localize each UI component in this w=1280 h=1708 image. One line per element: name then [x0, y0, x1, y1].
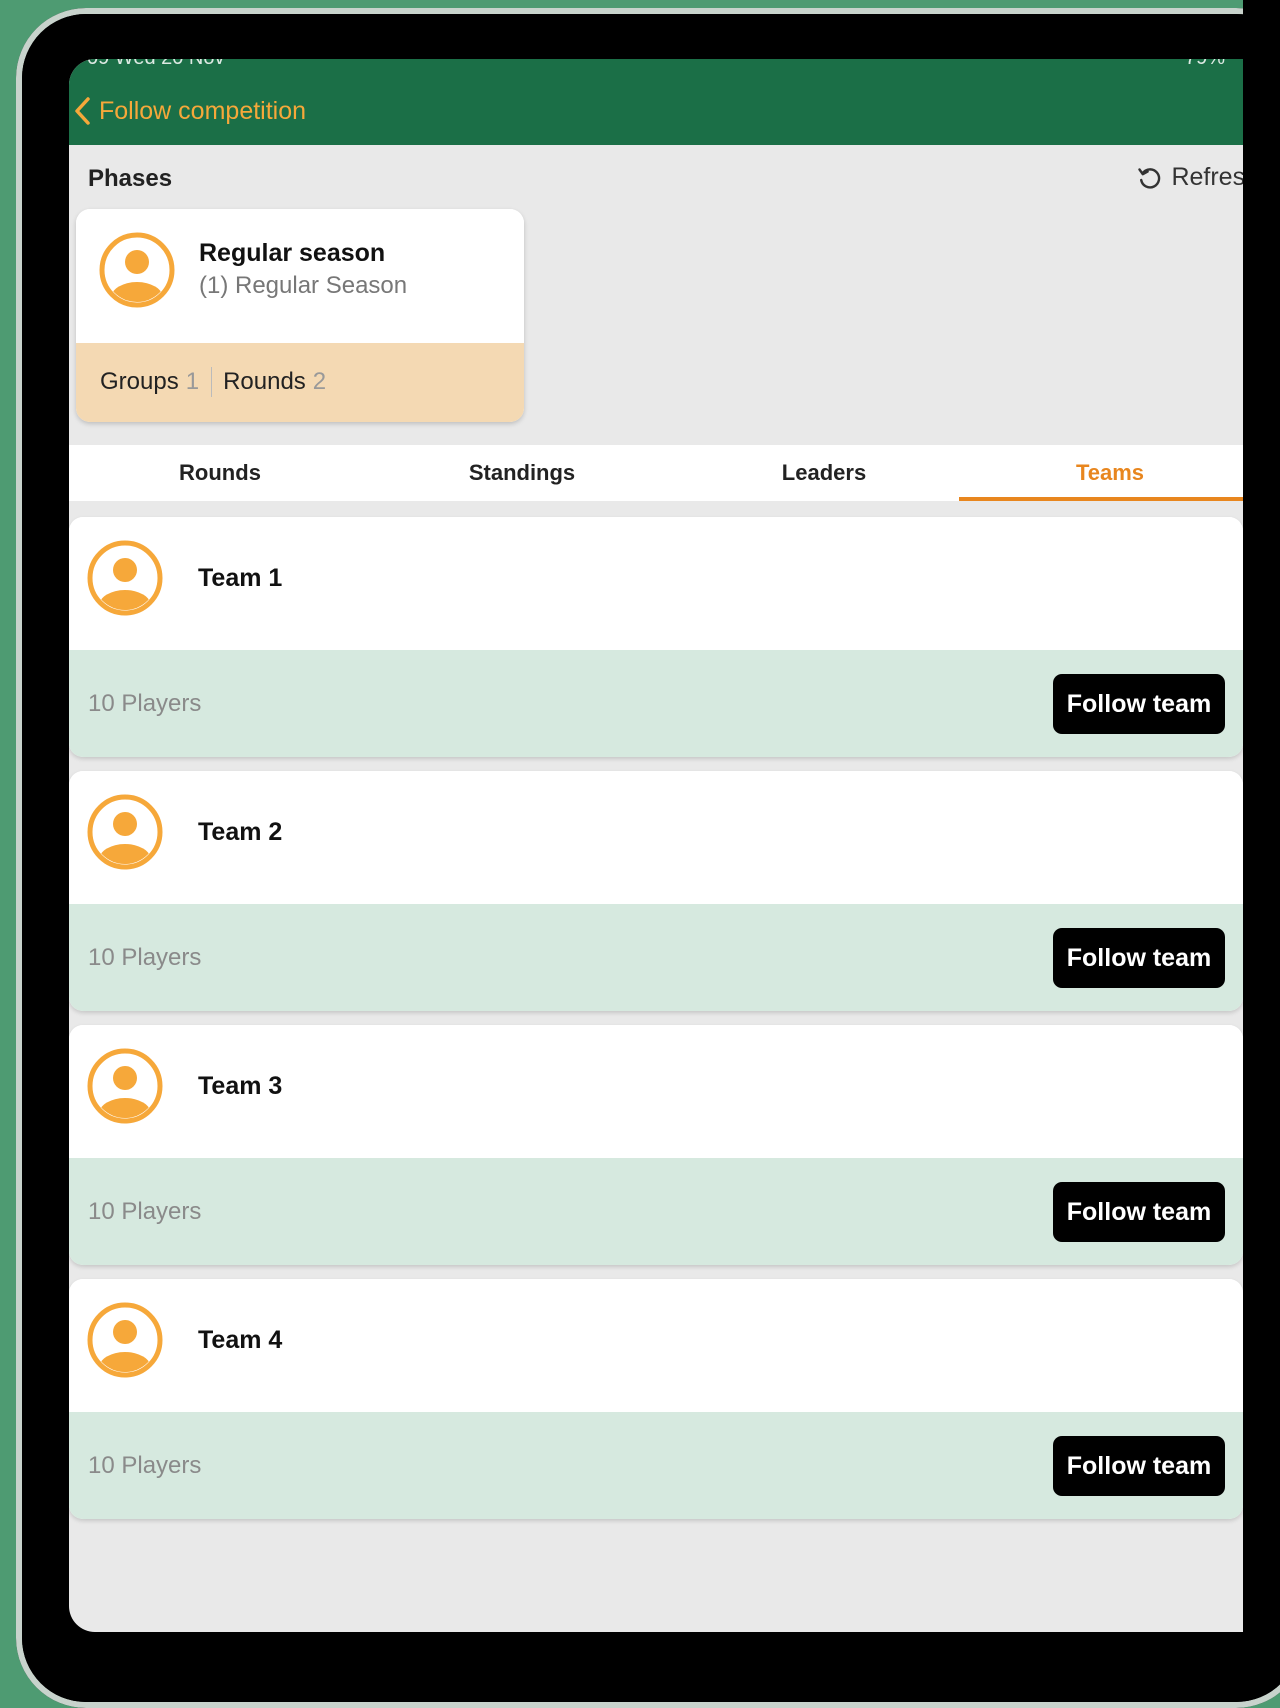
- tab-rounds[interactable]: Rounds: [69, 445, 371, 501]
- stats-divider: [211, 367, 213, 397]
- refresh-label: Refresh: [1171, 163, 1243, 191]
- groups-count: 1: [185, 368, 200, 395]
- team-card-header: Team 4: [69, 1279, 1243, 1412]
- team-name: Team 3: [198, 1072, 283, 1100]
- phase-card-header: Regular season (1) Regular Season: [76, 209, 524, 343]
- team-card[interactable]: Team 2 10 Players Follow team: [69, 771, 1243, 1011]
- team-name: Team 4: [198, 1326, 283, 1354]
- team-card-footer: 10 Players Follow team: [69, 1412, 1243, 1519]
- status-bar: 09 Wed 20 Nov 79%: [69, 59, 1243, 71]
- device-bezel-right: [1243, 0, 1280, 1675]
- team-card-header: Team 3: [69, 1025, 1243, 1158]
- team-card-footer: 10 Players Follow team: [69, 904, 1243, 1011]
- team-card[interactable]: Team 4 10 Players Follow team: [69, 1279, 1243, 1519]
- team-name: Team 1: [198, 564, 283, 592]
- navigation-bar: 09 Wed 20 Nov 79% Follow competition: [69, 59, 1243, 145]
- rounds-label: Rounds: [223, 368, 306, 395]
- player-count: 10 Players: [88, 1452, 202, 1479]
- team-card-footer: 10 Players Follow team: [69, 650, 1243, 757]
- rounds-count: 2: [312, 368, 327, 395]
- back-button[interactable]: Follow competition: [73, 89, 306, 133]
- phase-stats: Groups 1 Rounds 2: [100, 367, 326, 397]
- tab-leaders[interactable]: Leaders: [673, 445, 975, 501]
- phase-card-regular-season[interactable]: Regular season (1) Regular Season Groups…: [76, 209, 524, 422]
- phase-name: Regular season: [199, 239, 386, 267]
- team-card[interactable]: Team 3 10 Players Follow team: [69, 1025, 1243, 1265]
- tab-teams[interactable]: Teams: [959, 445, 1243, 501]
- user-avatar-icon: [87, 1302, 163, 1378]
- player-count: 10 Players: [88, 944, 202, 971]
- user-avatar-icon: [87, 794, 163, 870]
- phase-subtitle: (1) Regular Season: [199, 272, 408, 299]
- user-avatar-icon: [99, 232, 175, 308]
- status-time: 09 Wed 20 Nov: [87, 59, 225, 70]
- team-name: Team 2: [198, 818, 283, 846]
- tab-bar: Rounds Standings Leaders Teams: [69, 445, 1243, 501]
- phase-card-footer: Groups 1 Rounds 2: [76, 343, 524, 422]
- user-avatar-icon: [87, 1048, 163, 1124]
- player-count: 10 Players: [88, 1198, 202, 1225]
- status-battery: 79%: [1185, 59, 1225, 70]
- team-card-header: Team 1: [69, 517, 1243, 650]
- follow-team-button[interactable]: Follow team: [1053, 674, 1225, 734]
- tab-standings[interactable]: Standings: [371, 445, 673, 501]
- team-card-header: Team 2: [69, 771, 1243, 904]
- app-screen: 09 Wed 20 Nov 79% Follow competition Pha…: [69, 59, 1243, 1632]
- phases-title: Phases: [88, 165, 173, 192]
- phases-header: Phases Refresh: [69, 145, 1243, 201]
- team-card[interactable]: Team 1 10 Players Follow team: [69, 517, 1243, 757]
- user-avatar-icon: [87, 540, 163, 616]
- refresh-button[interactable]: Refresh: [1137, 163, 1243, 192]
- follow-team-button[interactable]: Follow team: [1053, 1182, 1225, 1242]
- follow-team-button[interactable]: Follow team: [1053, 928, 1225, 988]
- groups-label: Groups: [100, 368, 179, 395]
- chevron-left-icon: [75, 97, 90, 125]
- player-count: 10 Players: [88, 690, 202, 717]
- refresh-icon: [1138, 167, 1161, 189]
- back-label: Follow competition: [99, 96, 307, 125]
- follow-team-button[interactable]: Follow team: [1053, 1436, 1225, 1496]
- team-card-footer: 10 Players Follow team: [69, 1158, 1243, 1265]
